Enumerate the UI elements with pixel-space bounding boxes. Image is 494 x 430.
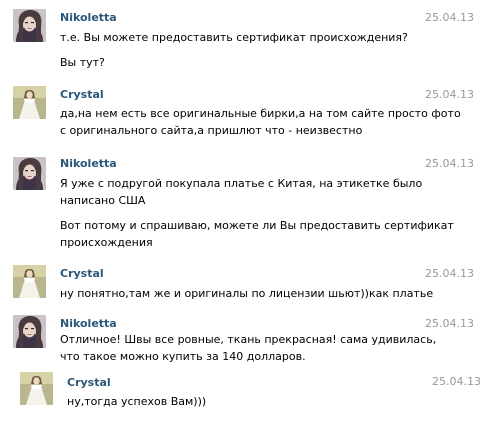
message-line: Я уже с подругой покупала платье с Китая… [60,177,423,190]
message-line: с оригинального сайта,а пришлют что - не… [60,124,363,137]
message-line: Отличное! Швы все ровные, ткань прекрасн… [60,333,437,346]
message-item: Nikoletta 25.04.13 т.е. Вы можете предос… [0,0,494,80]
message-line: Вы тут? [60,56,105,69]
message-line: да,на нем есть все оригинальные бирки,а … [60,107,461,120]
message-line: происхождения [60,236,153,249]
avatar[interactable] [20,372,53,405]
message-paragraph: т.е. Вы можете предоставить сертификат п… [60,29,408,46]
message-item: Nikoletta 25.04.13 Я уже с подругой поку… [0,152,494,260]
avatar[interactable] [13,265,46,298]
message-text: Я уже с подругой покупала платье с Китая… [60,175,454,251]
author-name[interactable]: Crystal [67,376,111,390]
message-line: Вот потому и спрашиваю, можете ли Вы пре… [60,219,454,232]
author-name[interactable]: Nikoletta [60,11,117,25]
message-paragraph: Вот потому и спрашиваю, можете ли Вы пре… [60,217,454,251]
message-line: ну понятно,там же и оригиналы по лицензи… [60,287,434,300]
message-item: Nikoletta 25.04.13 Отличное! Швы все ров… [0,310,494,370]
message-text: да,на нем есть все оригинальные бирки,а … [60,105,461,139]
message-date: 25.04.13 [432,375,481,388]
message-paragraph: Вы тут? [60,54,408,71]
message-paragraph: да,на нем есть все оригинальные бирки,а … [60,105,461,139]
message-text: ну,тогда успехов Вам))) [67,393,206,410]
message-paragraph: Я уже с подругой покупала платье с Китая… [60,175,454,209]
author-name[interactable]: Nikoletta [60,317,117,331]
avatar[interactable] [13,315,46,348]
message-paragraph: ну понятно,там же и оригиналы по лицензи… [60,285,433,302]
message-date: 25.04.13 [425,267,474,280]
message-line: ну,тогда успехов Вам))) [67,395,207,408]
message-item: Crystal 25.04.13 да,на нем есть все ориг… [0,80,494,152]
message-line: т.е. Вы можете предоставить сертификат п… [60,31,408,44]
message-paragraph: Отличное! Швы все ровные, ткань прекрасн… [60,331,436,365]
message-line: что такое можно купить за 140 долларов. [60,350,306,363]
avatar[interactable] [13,86,46,119]
avatar[interactable] [13,9,46,42]
message-date: 25.04.13 [425,88,474,101]
message-line: написано США [60,194,146,207]
author-name[interactable]: Crystal [60,267,104,281]
message-text: т.е. Вы можете предоставить сертификат п… [60,29,408,71]
message-date: 25.04.13 [425,317,474,330]
message-paragraph: ну,тогда успехов Вам))) [67,393,206,410]
message-text: Отличное! Швы все ровные, ткань прекрасн… [60,331,436,365]
message-text: ну понятно,там же и оригиналы по лицензи… [60,285,433,302]
author-name[interactable]: Crystal [60,88,104,102]
message-date: 25.04.13 [425,157,474,170]
author-name[interactable]: Nikoletta [60,157,117,171]
message-item: Crystal 25.04.13 ну понятно,там же и ори… [0,260,494,310]
message-item: Crystal 25.04.13 ну,тогда успехов Вам))) [0,366,494,430]
message-date: 25.04.13 [425,11,474,24]
avatar[interactable] [13,157,46,190]
